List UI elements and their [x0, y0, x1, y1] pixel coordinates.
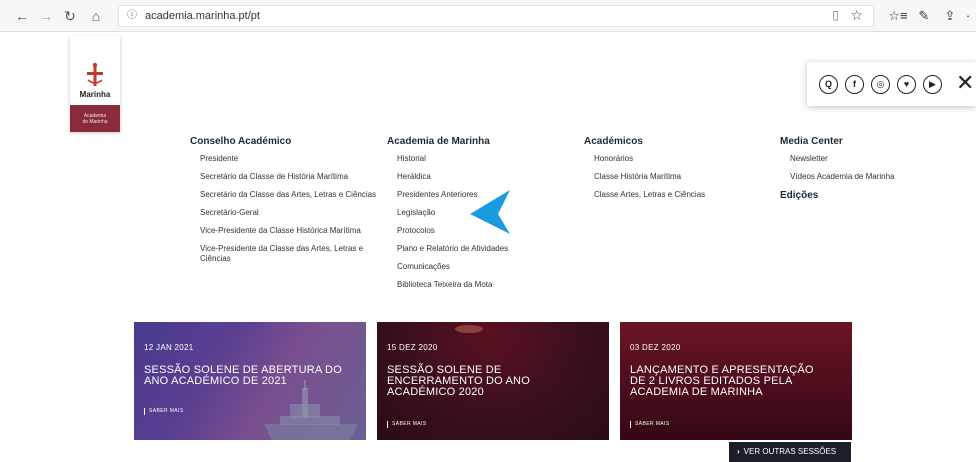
chandelier-decoration	[455, 325, 483, 333]
pointer-arrow-icon	[470, 190, 510, 234]
menu-link[interactable]: Honorários	[594, 154, 744, 164]
read-more-link[interactable]: SABER MAIS	[630, 421, 670, 428]
favorite-icon[interactable]: ☆	[850, 7, 863, 24]
news-card[interactable]: 03 DEZ 2020 LANÇAMENTO E APRESENTAÇÃO DE…	[620, 322, 852, 440]
menu-link[interactable]: Classe História Marítima	[594, 172, 744, 182]
menu-link[interactable]: Vice-Presidente da Classe das Artes, Let…	[200, 244, 380, 264]
more-sessions-label: VER OUTRAS SESSÕES	[743, 447, 837, 456]
menu-link[interactable]: Historial	[397, 154, 567, 164]
reading-view-icon[interactable]: ▯	[832, 8, 839, 22]
menu-link[interactable]: Presidente	[200, 154, 380, 164]
news-title[interactable]: LANÇAMENTO E APRESENTAÇÃO DE 2 LIVROS ED…	[630, 365, 830, 398]
share-icon[interactable]: ⇪	[940, 6, 960, 26]
forward-icon[interactable]: →	[36, 6, 56, 26]
menu-link[interactable]: Biblioteca Teixeira da Mota	[397, 280, 567, 290]
ship-illustration	[264, 380, 358, 440]
menu-conselho: Conselho Académico Presidente Secretário…	[190, 136, 380, 272]
menu-title-academicos[interactable]: Académicos	[584, 136, 744, 147]
menu-link[interactable]: Secretário da Classe de História Marítim…	[200, 172, 380, 182]
news-date: 12 JAN 2021	[144, 343, 194, 352]
site-info-icon[interactable]: ⓘ	[125, 9, 139, 23]
news-card[interactable]: 12 JAN 2021 SESSÃO SOLENE DE ABERTURA DO…	[134, 322, 366, 440]
browser-toolbar: ← → ↻ ⌂ ⓘ academia.marinha.pt/pt ▯ ☆ ☆≡ …	[0, 0, 976, 32]
site-logo[interactable]: Marinha Academia de Marinha	[70, 36, 120, 132]
read-more-link[interactable]: SABER MAIS	[387, 421, 427, 428]
back-icon[interactable]: ←	[12, 6, 32, 26]
menu-link[interactable]: Vice-Presidente da Classe Histórica Marí…	[200, 226, 380, 236]
news-date: 03 DEZ 2020	[630, 343, 681, 352]
menu-title-edicoes[interactable]: Edições	[780, 190, 940, 201]
menu-title-media-center[interactable]: Media Center	[780, 136, 940, 147]
more-sessions-button[interactable]: › VER OUTRAS SESSÕES	[729, 442, 851, 462]
search-icon[interactable]: Q	[819, 75, 838, 94]
youtube-icon[interactable]: ▶	[923, 75, 942, 94]
menu-link[interactable]: Vídeos Academia de Marinha	[790, 172, 940, 182]
facebook-icon[interactable]: f	[845, 75, 864, 94]
menu-link[interactable]: Secretário-Geral	[200, 208, 380, 218]
more-icon[interactable]: ·	[962, 6, 974, 26]
notes-icon[interactable]: ✎	[914, 6, 934, 26]
close-icon[interactable]: ✕	[956, 70, 974, 96]
news-title[interactable]: SESSÃO SOLENE DE ENCERRAMENTO DO ANO ACA…	[387, 365, 587, 398]
news-date: 15 DEZ 2020	[387, 343, 438, 352]
instagram-icon[interactable]: ◎	[871, 75, 890, 94]
menu-title-conselho[interactable]: Conselho Académico	[190, 136, 380, 147]
twitter-icon[interactable]: ♥	[897, 75, 916, 94]
menu-link[interactable]: Heráldica	[397, 172, 567, 182]
social-panel: Q f ◎ ♥ ▶ ✕	[807, 62, 976, 106]
read-more-link[interactable]: SABER MAIS	[144, 408, 184, 415]
menu-link[interactable]: Plano e Relatório de Atividades	[397, 244, 567, 254]
refresh-icon[interactable]: ↻	[60, 6, 80, 26]
navy-emblem-icon	[87, 62, 103, 86]
address-bar[interactable]: ⓘ academia.marinha.pt/pt ▯ ☆	[118, 5, 874, 27]
menu-link[interactable]: Classe Artes, Letras e Ciências	[594, 190, 744, 200]
news-title[interactable]: SESSÃO SOLENE DE ABERTURA DO ANO ACADÉMI…	[144, 365, 344, 387]
menu-link[interactable]: Newsletter	[790, 154, 940, 164]
menu-academicos: Académicos Honorários Classe História Ma…	[584, 136, 744, 208]
news-card[interactable]: 15 DEZ 2020 SESSÃO SOLENE DE ENCERRAMENT…	[377, 322, 609, 440]
home-icon[interactable]: ⌂	[86, 6, 106, 26]
address-url[interactable]: academia.marinha.pt/pt	[145, 10, 260, 22]
menu-media-center: Media Center Newsletter Vídeos Academia …	[780, 136, 940, 208]
menu-title-academia[interactable]: Academia de Marinha	[387, 136, 567, 147]
menu-link[interactable]: Comunicações	[397, 262, 567, 272]
chevron-right-icon: ›	[737, 447, 740, 456]
logo-subtitle: Academia de Marinha	[70, 105, 120, 132]
menu-link[interactable]: Secretário da Classe das Artes, Letras e…	[200, 190, 380, 200]
favorites-bar-icon[interactable]: ☆≡	[888, 6, 908, 26]
logo-brand: Marinha	[79, 90, 111, 99]
